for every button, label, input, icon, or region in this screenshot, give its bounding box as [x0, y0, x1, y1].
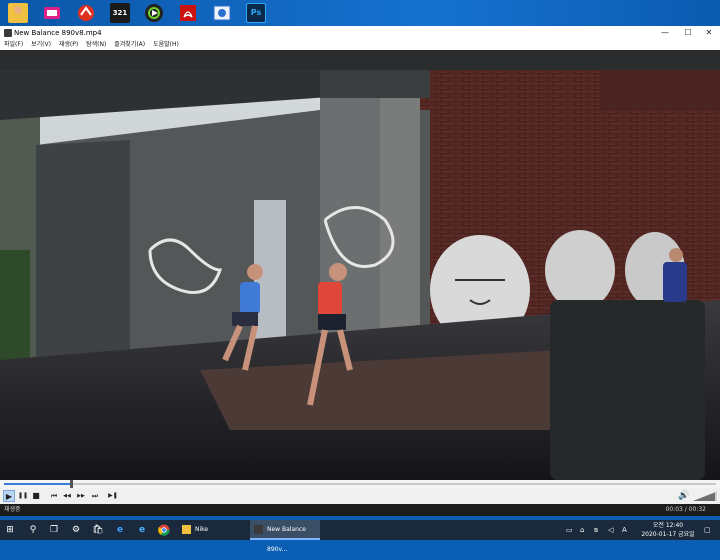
seek-bar[interactable] [0, 480, 720, 488]
folder-icon [182, 525, 191, 534]
clock-date: 2020-01-17 금요일 [641, 531, 695, 538]
store-icon[interactable]: 🛍 [92, 524, 104, 536]
ccleaner-icon[interactable] [76, 3, 96, 23]
playback-time: 00:03 / 00:32 [665, 506, 706, 513]
volume-icon[interactable]: 🔊 [678, 490, 690, 502]
status-bar: 재생중 00:03 / 00:32 [0, 504, 720, 516]
clock[interactable]: 오전 12:40 2020-01-17 금요일 [640, 521, 696, 539]
forward-button[interactable]: ▶▶ [75, 490, 87, 502]
ime-indicator[interactable]: A [622, 520, 627, 540]
play-button[interactable]: ▶ [3, 490, 15, 502]
photoshop-icon[interactable]: Ps [246, 3, 266, 23]
settings-icon[interactable]: ⚙ [70, 524, 82, 536]
menu-bar: 파일(F) 보기(V) 재생(P) 탐색(N) 즐겨찾기(A) 도움말(H) [0, 40, 720, 50]
previous-button[interactable]: ⏮ [48, 490, 60, 502]
notifications-icon[interactable]: ▢ [704, 520, 711, 540]
menu-navigate[interactable]: 탐색(N) [86, 41, 106, 48]
screenshot-tool-icon[interactable] [212, 3, 232, 23]
search-icon[interactable]: ⚲ [27, 524, 39, 536]
close-button[interactable]: ✕ [698, 26, 720, 40]
acrobat-icon[interactable] [178, 3, 198, 23]
menu-help[interactable]: 도움말(H) [153, 41, 179, 48]
playback-status: 재생중 [4, 506, 21, 513]
menu-favorites[interactable]: 즐겨찾기(A) [114, 41, 145, 48]
321-player-icon[interactable]: 321 [110, 3, 130, 23]
321-player-label: 321 [112, 9, 128, 17]
network-icon[interactable]: ⌂ [580, 520, 584, 540]
control-bar: ▶ ❚❚ ■ ⏮ ◀◀ ▶▶ ⏭ ▶❚ 🔊 [0, 488, 720, 504]
volume-slider[interactable] [693, 491, 717, 501]
seek-thumb[interactable] [69, 480, 73, 488]
photoshop-label: Ps [250, 8, 262, 17]
bluetooth-icon[interactable]: ʙ [594, 520, 598, 540]
menu-view[interactable]: 보기(V) [31, 41, 51, 48]
start-button[interactable]: ⊞ [4, 524, 16, 536]
speaker-icon[interactable]: ◁ [608, 520, 613, 540]
taskbar-item-label: New Balance 890v... [267, 526, 306, 553]
window-title: New Balance 890v8.mp4 [14, 29, 102, 37]
taskbar-item-player[interactable]: New Balance 890v... [250, 520, 320, 553]
user-folder-icon[interactable] [8, 3, 28, 23]
taskbar: ⊞ ⚲ ❐ ⚙ 🛍 e e Nike New Balance 890v... ▭… [0, 520, 720, 553]
seek-progress [4, 483, 71, 485]
app-logo-icon [4, 29, 12, 37]
pause-button[interactable]: ❚❚ [17, 490, 29, 502]
video-editor-icon[interactable] [144, 3, 164, 23]
tv-app-icon[interactable] [42, 3, 62, 23]
title-bar[interactable]: New Balance 890v8.mp4 — ☐ ✕ [0, 26, 720, 40]
desktop-background: 321 Ps [0, 0, 720, 26]
menu-file[interactable]: 파일(F) [4, 41, 23, 48]
ie-icon[interactable]: e [136, 524, 148, 536]
rewind-button[interactable]: ◀◀ [61, 490, 73, 502]
taskbar-item-nike[interactable]: Nike [178, 520, 248, 540]
task-view-icon[interactable]: ❐ [48, 524, 60, 536]
minimize-button[interactable]: — [654, 26, 676, 40]
seek-track [4, 480, 716, 488]
clock-time: 오전 12:40 [652, 522, 684, 529]
maximize-button[interactable]: ☐ [677, 26, 699, 40]
stop-button[interactable]: ■ [30, 490, 42, 502]
edge-icon[interactable]: e [114, 524, 126, 536]
chrome-icon[interactable] [158, 524, 170, 536]
next-button[interactable]: ⏭ [89, 490, 101, 502]
taskbar-item-label: Nike [195, 526, 209, 533]
battery-icon[interactable]: ▭ [566, 520, 573, 540]
video-frame[interactable] [0, 50, 720, 480]
frame-step-button[interactable]: ▶❚ [107, 490, 119, 502]
menu-play[interactable]: 재생(P) [59, 41, 78, 48]
player-app-icon [254, 525, 263, 534]
player-window: New Balance 890v8.mp4 — ☐ ✕ 파일(F) 보기(V) … [0, 26, 720, 516]
